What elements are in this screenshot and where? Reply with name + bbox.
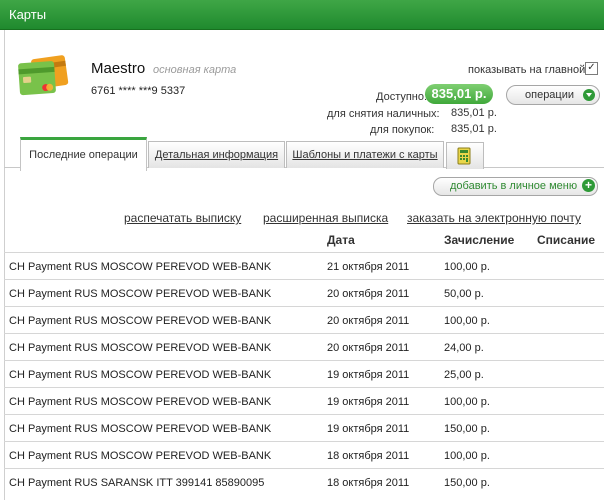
row-credit: 100,00 р. xyxy=(444,261,490,273)
table-row[interactable]: CH Payment RUS MOSCOW PEREVOD WEB-BANK 2… xyxy=(4,252,604,280)
card-number: 6761 **** ***9 5337 xyxy=(91,85,186,97)
row-description: CH Payment RUS SARANSK ITT 399141 858900… xyxy=(9,477,265,489)
row-description: CH Payment RUS MOSCOW PEREVOD WEB-BANK xyxy=(9,396,272,408)
table-row[interactable]: CH Payment RUS MOSCOW PEREVOD WEB-BANK 1… xyxy=(4,387,604,415)
cash-limit-value: 835,01 р. xyxy=(451,107,497,119)
row-description: CH Payment RUS MOSCOW PEREVOD WEB-BANK xyxy=(9,288,272,300)
table-row[interactable]: CH Payment RUS MOSCOW PEREVOD WEB-BANK 1… xyxy=(4,441,604,469)
row-description: CH Payment RUS MOSCOW PEREVOD WEB-BANK xyxy=(9,261,272,273)
email-statement-link[interactable]: заказать на электронную почту xyxy=(407,211,581,225)
row-date: 20 октября 2011 xyxy=(327,342,410,354)
row-credit: 25,00 р. xyxy=(444,369,484,381)
row-date: 19 октября 2011 xyxy=(327,396,410,408)
operations-button-label: операции xyxy=(525,89,575,101)
purchase-limit-value: 835,01 р. xyxy=(451,123,497,135)
row-description: CH Payment RUS MOSCOW PEREVOD WEB-BANK xyxy=(9,342,272,354)
tab-templates-payments[interactable]: Шаблоны и платежи с карты xyxy=(286,141,444,168)
row-date: 20 октября 2011 xyxy=(327,315,410,327)
tab-calculator[interactable] xyxy=(446,142,484,169)
operations-button[interactable]: операции xyxy=(506,85,600,105)
tab-detailed-info[interactable]: Детальная информация xyxy=(148,141,285,168)
column-header-credit: Зачисление xyxy=(444,233,515,247)
row-description: CH Payment RUS MOSCOW PEREVOD WEB-BANK xyxy=(9,450,272,462)
row-description: CH Payment RUS MOSCOW PEREVOD WEB-BANK xyxy=(9,423,272,435)
table-row[interactable]: CH Payment RUS MOSCOW PEREVOD WEB-BANK 2… xyxy=(4,306,604,334)
cash-limit-label: для снятия наличных: xyxy=(327,108,440,120)
tab-recent-operations[interactable]: Последние операции xyxy=(20,137,147,171)
add-to-menu-button[interactable]: добавить в личное меню + xyxy=(433,177,598,196)
row-credit: 24,00 р. xyxy=(444,342,484,354)
table-row[interactable]: CH Payment RUS MOSCOW PEREVOD WEB-BANK 1… xyxy=(4,360,604,388)
row-description: CH Payment RUS MOSCOW PEREVOD WEB-BANK xyxy=(9,369,272,381)
row-credit: 150,00 р. xyxy=(444,423,490,435)
table-row[interactable]: CH Payment RUS MOSCOW PEREVOD WEB-BANK 2… xyxy=(4,279,604,307)
card-type-label: основная карта xyxy=(153,64,237,76)
row-credit: 100,00 р. xyxy=(444,315,490,327)
row-credit: 150,00 р. xyxy=(444,477,490,489)
row-credit: 50,00 р. xyxy=(444,288,484,300)
column-header-debit: Списание xyxy=(537,233,596,247)
row-credit: 100,00 р. xyxy=(444,396,490,408)
row-date: 20 октября 2011 xyxy=(327,288,410,300)
row-date: 18 октября 2011 xyxy=(327,477,410,489)
show-on-main-label: показывать на главной xyxy=(468,64,586,76)
chevron-down-icon xyxy=(583,89,595,101)
calculator-icon xyxy=(457,147,471,165)
window-title: Карты xyxy=(9,7,47,22)
row-date: 18 октября 2011 xyxy=(327,450,410,462)
purchase-limit-label: для покупок: xyxy=(370,124,435,136)
row-description: CH Payment RUS MOSCOW PEREVOD WEB-BANK xyxy=(9,315,272,327)
print-statement-link[interactable]: распечатать выписку xyxy=(124,211,241,225)
extended-statement-link[interactable]: расширенная выписка xyxy=(263,211,388,225)
row-credit: 100,00 р. xyxy=(444,450,490,462)
plus-icon: + xyxy=(582,179,595,192)
table-row[interactable]: CH Payment RUS SARANSK ITT 399141 858900… xyxy=(4,468,604,496)
available-label: Доступно: xyxy=(376,91,428,103)
table-row[interactable]: CH Payment RUS MOSCOW PEREVOD WEB-BANK 1… xyxy=(4,414,604,442)
row-date: 19 октября 2011 xyxy=(327,423,410,435)
add-to-menu-label: добавить в личное меню xyxy=(450,180,578,192)
bank-cards-icon xyxy=(18,55,69,96)
row-date: 19 октября 2011 xyxy=(327,369,410,381)
available-balance: 835,01 р. xyxy=(425,84,493,104)
window-titlebar: Карты xyxy=(0,0,604,30)
row-date: 21 октября 2011 xyxy=(327,261,410,273)
card-name: Maestro xyxy=(91,60,146,77)
show-on-main-checkbox[interactable]: ✓ xyxy=(585,62,598,75)
column-header-date: Дата xyxy=(327,233,355,247)
table-row[interactable]: CH Payment RUS MOSCOW PEREVOD WEB-BANK 2… xyxy=(4,333,604,361)
